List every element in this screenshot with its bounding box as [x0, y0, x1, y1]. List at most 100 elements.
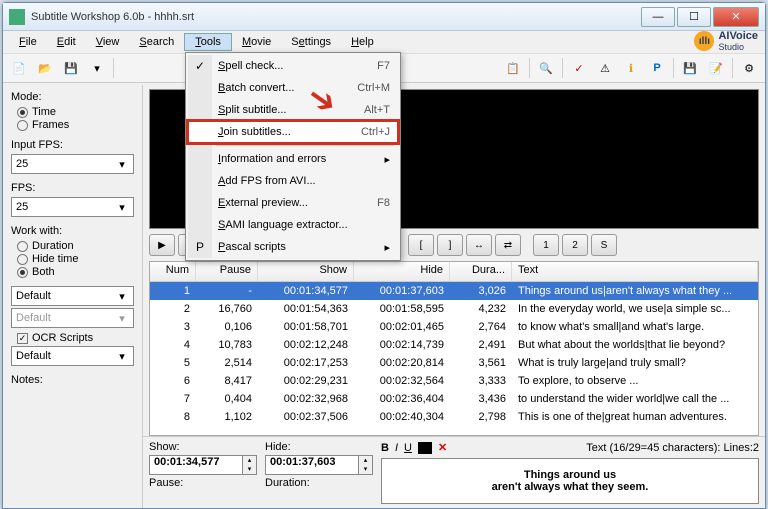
menubar: File Edit View Search Tools Movie Settin…	[3, 31, 765, 53]
mode-frames-radio[interactable]: Frames	[17, 119, 134, 131]
menu-shortcut: F7	[377, 60, 390, 72]
show-spinner[interactable]: ▴▾	[243, 455, 257, 475]
menu-item[interactable]: SAMI language extractor...	[188, 214, 398, 236]
menu-item[interactable]: ✓ Spell check... F7	[188, 55, 398, 77]
save2-icon[interactable]: 💾	[678, 56, 702, 80]
menu-item-label: External preview...	[218, 197, 308, 209]
duration-label: Duration:	[265, 477, 373, 489]
show-input[interactable]: 00:01:34,577	[149, 455, 243, 475]
ocr-checkbox[interactable]: ✓OCR Scripts	[17, 332, 134, 344]
table-row[interactable]: 68,41700:02:29,23100:02:32,5643,333To ex…	[150, 372, 758, 390]
combo1[interactable]: Default▾	[11, 286, 134, 306]
table-row[interactable]: 81,10200:02:37,50600:02:40,3042,798This …	[150, 408, 758, 426]
spellcheck-icon[interactable]: ✓	[567, 56, 591, 80]
open-button[interactable]: 📂	[33, 56, 57, 80]
menu-file[interactable]: File	[9, 34, 47, 50]
subtitle-table: Num Pause Show Hide Dura... Text 1-00:01…	[149, 261, 759, 436]
menu-item-label: Batch convert...	[218, 82, 294, 94]
mark-start-button[interactable]: [	[408, 234, 434, 256]
menu-item[interactable]: Join subtitles...Ctrl+J	[188, 121, 398, 143]
play-button[interactable]: ▶	[149, 234, 175, 256]
config-icon[interactable]: 📝	[704, 56, 728, 80]
col-num[interactable]: Num	[150, 262, 196, 281]
subtitle-preview[interactable]: Things around us aren't always what they…	[381, 458, 759, 504]
sync2-button[interactable]: ⇄	[495, 234, 521, 256]
chevron-down-icon: ▾	[115, 350, 129, 363]
color-button[interactable]	[418, 442, 432, 454]
submenu-arrow-icon: ▸	[384, 153, 390, 166]
menu-item[interactable]: Information and errors ▸	[188, 148, 398, 170]
combo3[interactable]: Default▾	[11, 346, 134, 366]
table-row[interactable]: 52,51400:02:17,25300:02:20,8143,561What …	[150, 354, 758, 372]
menu-item[interactable]: External preview... F8	[188, 192, 398, 214]
btn2[interactable]: 2	[562, 234, 588, 256]
mode-time-radio[interactable]: Time	[17, 106, 134, 118]
btn1[interactable]: 1	[533, 234, 559, 256]
menu-item-icon: ✓	[192, 58, 208, 74]
minimize-button[interactable]: —	[641, 7, 675, 27]
combo2[interactable]: Default▾	[11, 308, 134, 328]
hide-spinner[interactable]: ▴▾	[359, 455, 373, 475]
new-button[interactable]: 📄	[7, 56, 31, 80]
menu-shortcut: F8	[377, 197, 390, 209]
ww-hide-radio[interactable]: Hide time	[17, 253, 134, 265]
menu-item-label: Information and errors	[218, 153, 326, 165]
chevron-down-icon: ▾	[115, 290, 129, 303]
table-row[interactable]: 216,76000:01:54,36300:01:58,5954,232In t…	[150, 300, 758, 318]
maximize-button[interactable]: ☐	[677, 7, 711, 27]
col-show[interactable]: Show	[258, 262, 354, 281]
fps-label: FPS:	[11, 182, 134, 194]
italic-button[interactable]: I	[395, 442, 398, 454]
sync-button[interactable]: ↔	[466, 234, 492, 256]
ww-duration-radio[interactable]: Duration	[17, 240, 134, 252]
separator	[113, 58, 114, 78]
btn-s[interactable]: S	[591, 234, 617, 256]
menu-item[interactable]: Split subtitle...Alt+T	[188, 99, 398, 121]
menu-help[interactable]: Help	[341, 34, 384, 50]
hide-input[interactable]: 00:01:37,603	[265, 455, 359, 475]
search-icon[interactable]: 🔍	[534, 56, 558, 80]
table-row[interactable]: 70,40400:02:32,96800:02:36,4043,436to un…	[150, 390, 758, 408]
col-text[interactable]: Text	[512, 262, 758, 281]
logo-icon: ıllı	[694, 31, 714, 51]
fps-combo[interactable]: 25▾	[11, 197, 134, 217]
menu-item[interactable]: Add FPS from AVI...	[188, 170, 398, 192]
underline-button[interactable]: U	[404, 442, 412, 454]
close-button[interactable]: ✕	[713, 7, 759, 27]
col-hide[interactable]: Hide	[354, 262, 450, 281]
menu-item-label: Join subtitles...	[218, 126, 291, 138]
pascal-icon[interactable]: P	[645, 56, 669, 80]
menu-item-label: Add FPS from AVI...	[218, 175, 316, 187]
menu-settings[interactable]: Settings	[281, 34, 341, 50]
table-row[interactable]: 410,78300:02:12,24800:02:14,7392,491But …	[150, 336, 758, 354]
menu-shortcut: Alt+T	[364, 104, 390, 116]
col-pause[interactable]: Pause	[196, 262, 258, 281]
col-dura[interactable]: Dura...	[450, 262, 512, 281]
settings-icon[interactable]: ⚙	[737, 56, 761, 80]
save-button[interactable]: 💾	[59, 56, 83, 80]
menu-movie[interactable]: Movie	[232, 34, 281, 50]
tool-icon[interactable]: 📋	[501, 56, 525, 80]
hide-label: Hide:	[265, 441, 373, 453]
menu-item[interactable]: PPascal scripts▸	[188, 236, 398, 258]
chevron-down-icon: ▾	[115, 201, 129, 214]
menu-separator	[216, 145, 394, 146]
ww-both-radio[interactable]: Both	[17, 266, 134, 278]
menu-search[interactable]: Search	[129, 34, 184, 50]
menu-edit[interactable]: Edit	[47, 34, 86, 50]
text-stats: Text (16/29=45 characters): Lines:2	[586, 442, 759, 454]
info-icon[interactable]: ℹ	[619, 56, 643, 80]
table-row[interactable]: 30,10600:01:58,70100:02:01,4652,764to kn…	[150, 318, 758, 336]
warning-icon[interactable]: ⚠	[593, 56, 617, 80]
input-fps-combo[interactable]: 25▾	[11, 154, 134, 174]
mark-end-button[interactable]: ]	[437, 234, 463, 256]
save-dropdown[interactable]: ▾	[85, 56, 109, 80]
window-title: Subtitle Workshop 6.0b - hhhh.srt	[31, 11, 641, 23]
menu-item-label: Spell check...	[218, 60, 283, 72]
clear-format-button[interactable]: ✕	[438, 441, 447, 454]
menu-view[interactable]: View	[86, 34, 130, 50]
menu-item[interactable]: Batch convert...Ctrl+M	[188, 77, 398, 99]
table-row[interactable]: 1-00:01:34,57700:01:37,6033,026Things ar…	[150, 282, 758, 300]
bold-button[interactable]: B	[381, 442, 389, 454]
menu-tools[interactable]: Tools	[184, 33, 232, 51]
